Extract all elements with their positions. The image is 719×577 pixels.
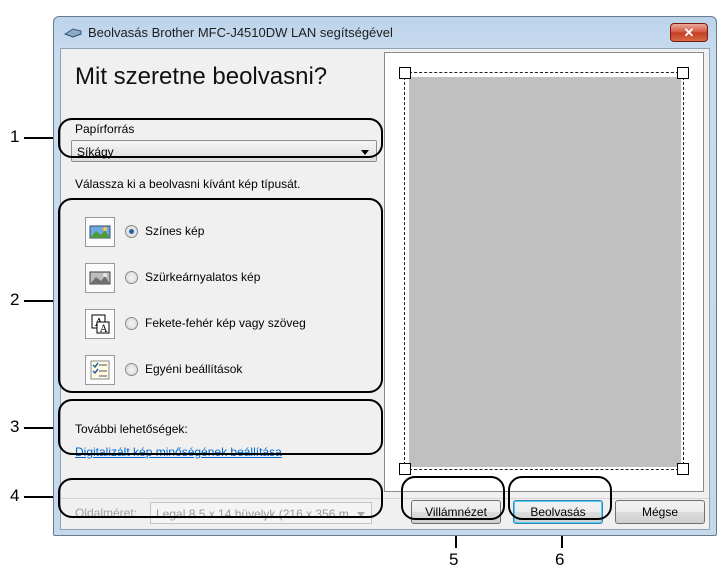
crop-handle-bottom-right[interactable] (677, 463, 689, 475)
window-title: Beolvasás Brother MFC-J4510DW LAN segíts… (88, 25, 393, 40)
scan-type-prompt: Válassza ki a beolvasni kívánt kép típus… (75, 177, 301, 191)
crop-frame[interactable] (404, 72, 684, 470)
callout-box-6 (508, 476, 612, 520)
callout-number-4: 4 (10, 486, 20, 505)
callout-box-5 (401, 476, 505, 520)
callout-number-1: 1 (10, 127, 20, 146)
crop-handle-top-left[interactable] (399, 67, 411, 79)
callout-box-1 (58, 118, 383, 158)
crop-handle-bottom-left[interactable] (399, 463, 411, 475)
title-bar[interactable]: Beolvasás Brother MFC-J4510DW LAN segíts… (54, 17, 716, 49)
close-button[interactable]: ✕ (670, 23, 708, 42)
callout-number-3: 3 (10, 417, 20, 436)
callout-number-2: 2 (10, 290, 20, 309)
callout-number-5: 5 (449, 550, 459, 569)
callout-box-2 (58, 198, 383, 393)
preview-pane[interactable] (384, 52, 704, 492)
callout-number-6: 6 (555, 550, 565, 569)
callout-box-3 (58, 399, 383, 455)
scanner-icon (64, 28, 82, 38)
callout-box-4 (58, 478, 383, 518)
page-title: Mit szeretne beolvasni? (75, 63, 328, 90)
cancel-button[interactable]: Mégse (615, 500, 705, 524)
crop-handle-top-right[interactable] (677, 67, 689, 79)
